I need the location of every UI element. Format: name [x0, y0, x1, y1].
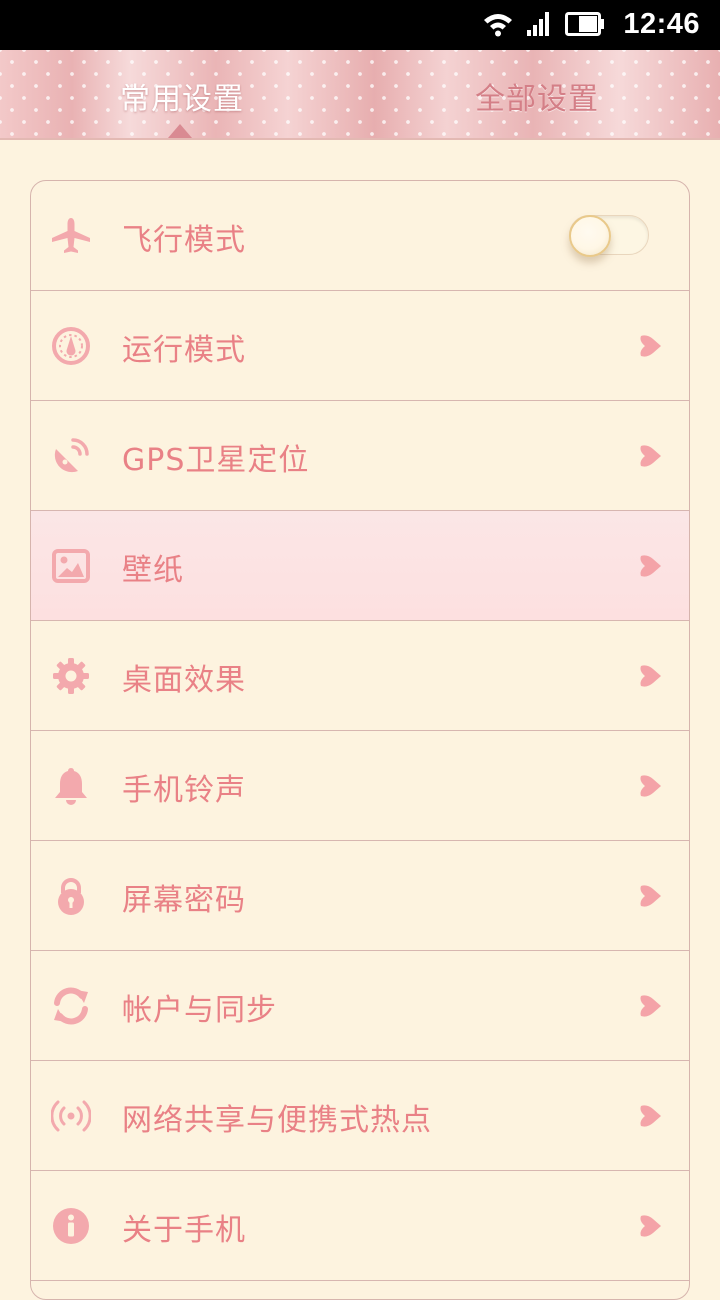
satellite-icon [54, 438, 89, 473]
settings-item-label: 帐户与同步 [122, 993, 277, 1028]
settings-item-screen-lock[interactable]: 屏幕密码 [31, 841, 689, 951]
chevron-right-icon [640, 1215, 661, 1237]
tab-common-settings[interactable]: 常用设置 [120, 74, 244, 118]
settings-item-gps[interactable]: GPS卫星定位 [31, 401, 689, 511]
settings-item-tethering-hotspot[interactable]: 网络共享与便携式热点 [31, 1061, 689, 1171]
settings-item-label: 关于手机 [122, 1213, 246, 1248]
settings-item-about-phone[interactable]: 关于手机 [31, 1171, 689, 1281]
settings-item-wallpaper[interactable]: 壁纸 [31, 511, 689, 621]
settings-item-run-mode[interactable]: 运行模式 [31, 291, 689, 401]
wifi-icon [484, 14, 512, 37]
gauge-icon [52, 327, 90, 365]
settings-item-airplane-mode[interactable]: 飞行模式 [31, 181, 689, 291]
airplane-mode-toggle[interactable] [569, 215, 649, 257]
chevron-right-icon [640, 665, 661, 687]
active-tab-indicator [168, 124, 192, 138]
bell-icon [55, 768, 87, 805]
status-icons [483, 11, 605, 37]
tab-all-settings[interactable]: 全部设置 [475, 74, 599, 118]
chevron-right-icon [640, 885, 661, 907]
chevron-right-icon [640, 995, 661, 1017]
settings-item-label: 屏幕密码 [122, 883, 246, 918]
settings-item-label: 飞行模式 [122, 223, 246, 258]
chevron-right-icon [640, 445, 661, 467]
gear-icon [53, 658, 89, 694]
settings-item-ringtone[interactable]: 手机铃声 [31, 731, 689, 841]
battery-icon [565, 12, 604, 36]
settings-item-label: 桌面效果 [122, 663, 246, 698]
hotspot-icon [51, 1100, 91, 1132]
tab-bar: 常用设置 全部设置 [0, 50, 720, 140]
settings-item-label: 运行模式 [122, 333, 246, 368]
settings-item-accounts-sync[interactable]: 帐户与同步 [31, 951, 689, 1061]
chevron-right-icon [640, 555, 661, 577]
chevron-right-icon [640, 335, 661, 357]
wallpaper-icon [52, 549, 90, 583]
lock-icon [58, 878, 84, 915]
settings-item-label: 网络共享与便携式热点 [122, 1103, 432, 1138]
chevron-right-icon [640, 1105, 661, 1127]
info-icon [53, 1208, 89, 1244]
chevron-right-icon [640, 775, 661, 797]
settings-item-desktop-effects[interactable]: 桌面效果 [31, 621, 689, 731]
sync-icon [54, 987, 88, 1025]
settings-item-label: GPS卫星定位 [122, 443, 310, 478]
settings-item-label: 手机铃声 [122, 773, 246, 808]
status-time: 12:46 [623, 8, 700, 40]
toggle-knob [569, 215, 611, 257]
settings-item-label: 壁纸 [122, 553, 184, 588]
status-bar: 12:46 [0, 0, 720, 50]
signal-icon [527, 12, 549, 36]
airplane-icon [52, 218, 90, 253]
settings-list: 飞行模式 运行模式 GPS卫星定位 壁纸 桌面效果 手机铃声 屏幕密码 帐户与同… [30, 180, 690, 1300]
